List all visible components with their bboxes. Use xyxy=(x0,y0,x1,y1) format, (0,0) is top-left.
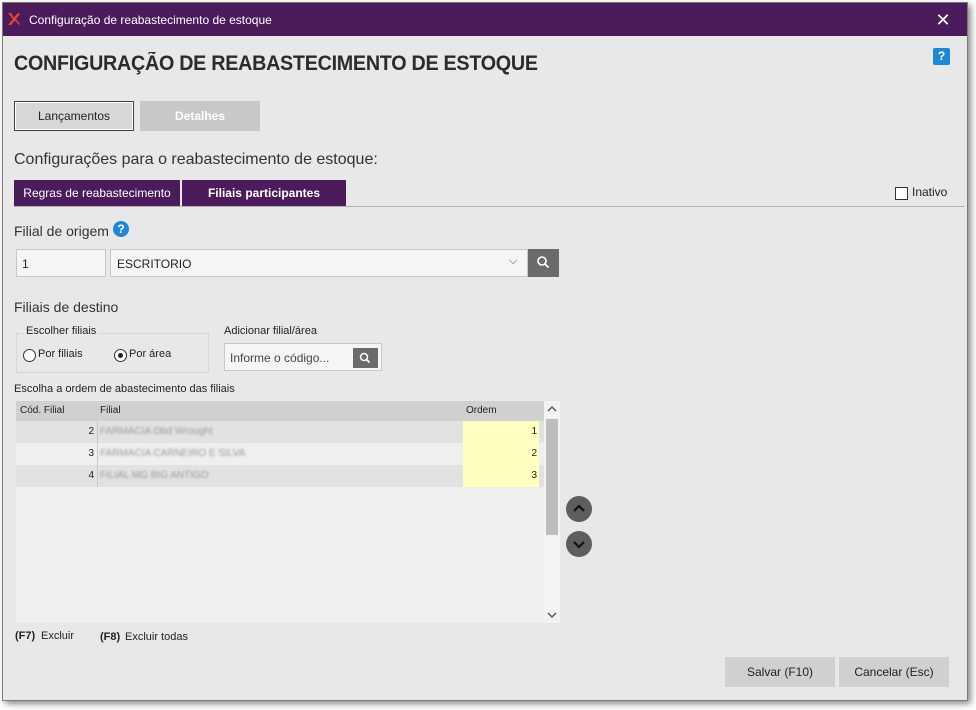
chevron-down-icon[interactable]: ⌵ xyxy=(509,255,517,268)
move-down-button[interactable] xyxy=(566,531,592,557)
radio-por-area-label: Por área xyxy=(129,348,172,360)
section-title: Configurações para o reabastecimento de … xyxy=(14,151,378,168)
cell-cod: 3 xyxy=(88,448,94,459)
scroll-down-icon[interactable] xyxy=(547,611,557,619)
origem-code-input[interactable]: 1 xyxy=(16,249,106,277)
table-row[interactable]: 3 FARMACIA CARNEIRO E SILVA 2 xyxy=(16,443,544,465)
tab-divider xyxy=(14,206,964,207)
config-window: Configuração de reabastecimento de estoq… xyxy=(2,2,968,701)
cell-ordem[interactable]: 1 xyxy=(463,421,539,443)
grid-scrollbar[interactable] xyxy=(544,401,560,623)
f7-key: (F7) xyxy=(15,630,36,642)
add-search-button[interactable] xyxy=(353,348,378,368)
f8-key: (F8) xyxy=(100,631,121,643)
radio-por-filiais[interactable] xyxy=(23,349,36,362)
cell-filial: FILIAL MG BIG ANTIGO xyxy=(100,470,209,481)
origem-filial-select[interactable]: ESCRITORIO xyxy=(110,249,528,277)
grid-header: Cód. Filial Filial Ordem xyxy=(16,401,544,421)
grid-caption: Escolha a ordem de abastecimento das fil… xyxy=(14,383,235,395)
help-origem-icon[interactable]: ? xyxy=(113,221,129,237)
col-ordem[interactable]: Ordem xyxy=(466,405,497,416)
table-row[interactable]: 2 FARMACIA Obd Wrought 1 xyxy=(16,421,544,443)
cell-ordem[interactable]: 3 xyxy=(463,465,539,487)
table-row[interactable]: 4 FILIAL MG BIG ANTIGO 3 xyxy=(16,465,544,487)
search-icon xyxy=(537,256,550,269)
tab-lancamentos[interactable]: Lançamentos xyxy=(14,101,134,131)
app-logo-icon xyxy=(8,13,20,25)
filiais-destino-label: Filiais de destino xyxy=(14,299,119,315)
f8-excluir-todas[interactable]: Excluir todas xyxy=(125,631,188,643)
radio-selected-dot xyxy=(118,353,123,358)
origem-filial-value: ESCRITORIO xyxy=(117,257,192,271)
cell-divider xyxy=(97,421,98,443)
origem-search-button[interactable] xyxy=(528,249,559,277)
cancel-button[interactable]: Cancelar (Esc) xyxy=(839,657,949,687)
inativo-checkbox[interactable] xyxy=(895,187,908,200)
cell-filial: FARMACIA CARNEIRO E SILVA xyxy=(100,448,246,459)
help-icon[interactable]: ? xyxy=(933,48,950,65)
chevron-up-icon xyxy=(573,504,585,512)
window-title: Configuração de reabastecimento de estoq… xyxy=(29,13,272,27)
move-up-button[interactable] xyxy=(566,496,592,522)
col-cod-filial[interactable]: Cód. Filial xyxy=(20,405,64,416)
tab-filiais-participantes[interactable]: Filiais participantes xyxy=(182,180,346,206)
cell-filial: FARMACIA Obd Wrought xyxy=(100,426,213,437)
cell-ordem[interactable]: 2 xyxy=(463,443,539,465)
cell-cod: 4 xyxy=(88,470,94,481)
filial-origem-label: Filial de origem xyxy=(14,223,109,239)
filiais-grid: Cód. Filial Filial Ordem 2 FARMACIA Obd … xyxy=(16,401,544,623)
inativo-label: Inativo xyxy=(912,185,948,199)
scroll-up-icon[interactable] xyxy=(547,405,557,413)
save-button[interactable]: Salvar (F10) xyxy=(725,657,835,687)
col-filial[interactable]: Filial xyxy=(100,405,121,416)
title-bar: Configuração de reabastecimento de estoq… xyxy=(3,3,967,36)
cell-divider xyxy=(97,443,98,465)
search-icon xyxy=(359,352,371,364)
scroll-thumb[interactable] xyxy=(546,419,558,535)
cell-cod: 2 xyxy=(88,426,94,437)
radio-por-filiais-label: Por filiais xyxy=(38,348,83,360)
tab-regras-reabastecimento[interactable]: Regras de reabastecimento xyxy=(14,180,180,206)
choose-filiais-legend: Escolher filiais xyxy=(24,325,99,337)
chevron-down-icon xyxy=(573,541,585,549)
tab-detalhes[interactable]: Detalhes xyxy=(140,101,260,131)
radio-por-area[interactable] xyxy=(114,349,127,362)
cell-divider xyxy=(97,465,98,487)
page-title: CONFIGURAÇÃO DE REABASTECIMENTO DE ESTOQ… xyxy=(14,52,538,75)
f7-excluir[interactable]: Excluir xyxy=(41,630,74,642)
add-filial-area-label: Adicionar filial/área xyxy=(224,325,317,337)
close-button[interactable]: ✕ xyxy=(931,8,955,32)
